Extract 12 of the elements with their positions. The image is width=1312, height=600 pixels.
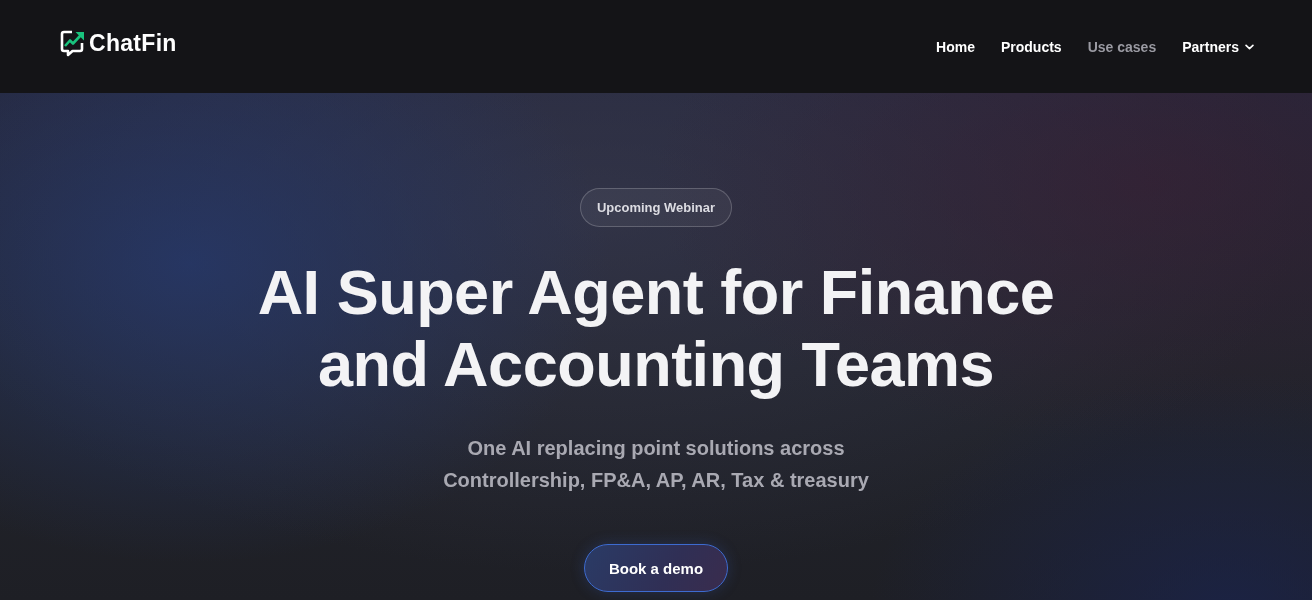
hero-subtitle: One AI replacing point solutions across Controllership, FP&A, AP, AR, Tax & treasury — [443, 436, 869, 493]
webinar-badge-link[interactable]: Upcoming Webinar — [579, 188, 733, 227]
nav-link[interactable]: Partners — [1182, 38, 1254, 55]
chat-chart-icon — [60, 30, 86, 57]
nav-link[interactable]: Use cases — [1087, 38, 1157, 55]
logo-link[interactable]: ChatFin — [60, 30, 177, 57]
logo-text: ChatFin — [89, 30, 177, 57]
nav-link[interactable]: Home — [936, 38, 975, 55]
nav-link[interactable]: Products — [1001, 38, 1062, 55]
chevron-down-icon — [1245, 43, 1254, 50]
hero-heading: AI Super Agent for Finance and Accounting Teams — [257, 256, 1055, 400]
book-demo-button[interactable]: Book a demo — [583, 544, 729, 592]
